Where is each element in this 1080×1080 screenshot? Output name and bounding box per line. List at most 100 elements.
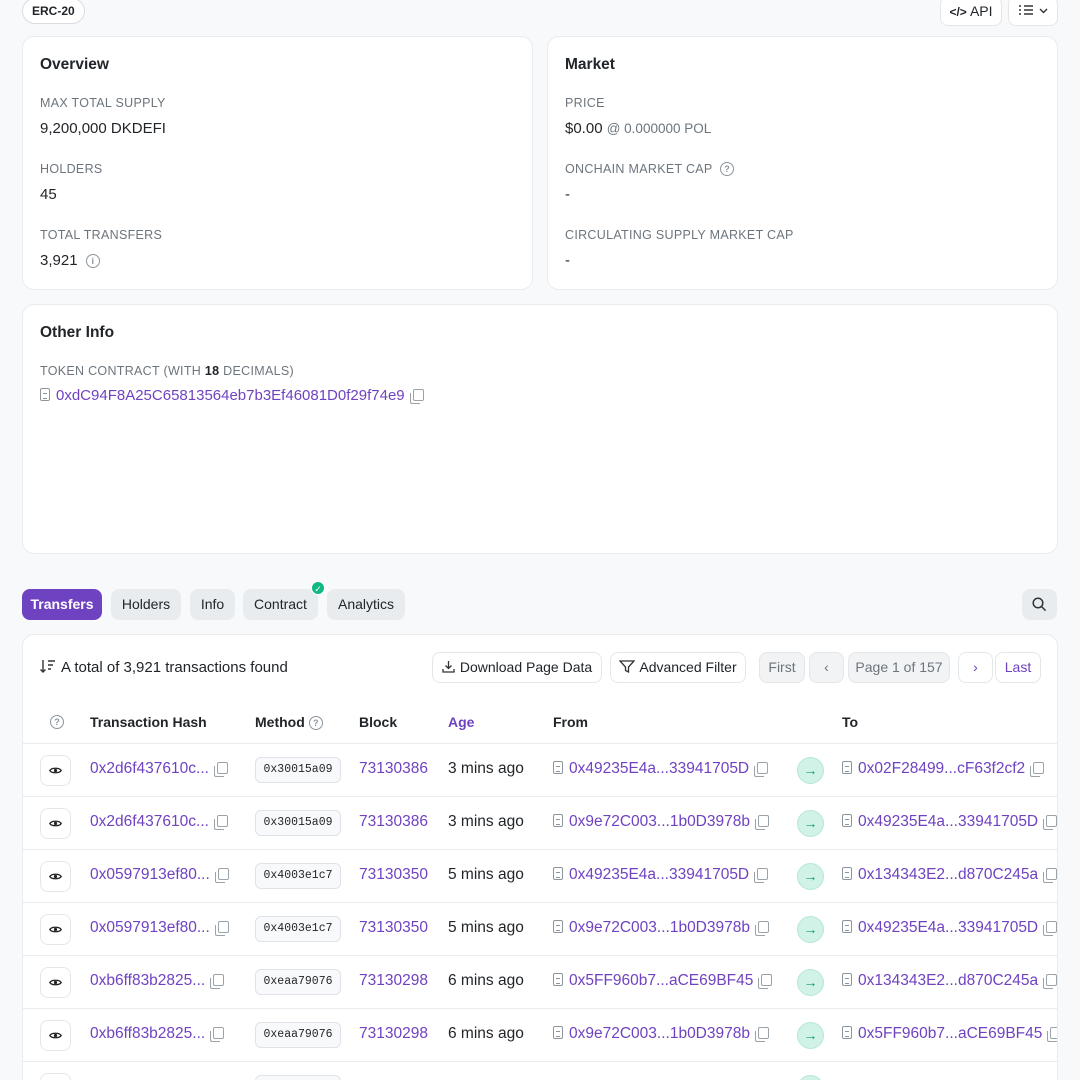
tx-hash-link[interactable]: 0xb6ff83b2825... [90,972,205,989]
price-native: @ 0.000000 POL [606,121,712,136]
to-cell: 0x02F28499...cF63f2cf2 [842,760,1045,778]
copy-icon[interactable] [210,1027,225,1042]
token-standard-badge: ERC-20 [22,0,85,24]
arrow-right-icon: → [797,969,824,996]
from-address-link[interactable]: 0x9e72C003...1b0D3978b [569,813,750,830]
chevron-down-icon [1039,8,1048,14]
copy-icon[interactable] [754,1027,769,1042]
copy-icon[interactable] [758,974,773,989]
question-icon[interactable]: ? [720,162,735,176]
copy-icon[interactable] [409,389,424,404]
table-row: 0x0597913ef80... 0x4003e1c7 73130350 5 mins… [23,903,1057,956]
copy-icon[interactable] [1043,974,1057,989]
copy-icon[interactable] [1047,1027,1057,1042]
tab-transfers[interactable]: Transfers [22,589,102,620]
view-details-button[interactable] [40,808,71,839]
total-transfers-value: 3,921 [40,252,78,269]
age-cell: 6 mins ago [448,972,524,989]
advanced-filter-button[interactable]: Advanced Filter [610,652,746,683]
to-address-link[interactable]: 0x49235E4a...33941705D [858,813,1038,830]
view-details-button[interactable] [40,861,71,892]
block-link[interactable]: 73130386 [359,760,428,778]
block-link[interactable]: 73130386 [359,813,428,831]
to-address-link[interactable]: 0x134343E2...d870C245a [858,972,1038,989]
contract-file-icon [553,1026,563,1039]
view-details-button[interactable] [40,914,71,945]
tab-contract[interactable]: Contract [243,589,318,620]
onchain-cap-value: - [565,186,570,203]
method-badge: 0xeaa79076 [255,1022,341,1048]
column-help-icon[interactable]: ? [50,715,64,729]
copy-icon[interactable] [210,974,225,989]
api-button[interactable]: </> API [940,0,1002,26]
copy-icon[interactable] [1043,868,1057,883]
arrow-right-icon: → [797,863,824,890]
tx-hash-link[interactable]: 0x0597913ef80... [90,919,210,936]
other-info-card: Other Info TOKEN CONTRACT (WITH 18 DECIM… [22,304,1058,554]
tx-hash-link[interactable]: 0x0597913ef80... [90,866,210,883]
age-cell: 3 mins ago [448,813,524,830]
block-link[interactable]: 73130298 [359,972,428,990]
contract-address-link[interactable]: 0xdC94F8A25C65813564eb7b3Ef46081D0f29f74… [56,387,405,404]
from-address-link[interactable]: 0x9e72C003...1b0D3978b [569,919,750,936]
to-address-link[interactable]: 0x134343E2...d870C245a [858,866,1038,883]
col-age-toggle[interactable]: Age [448,714,474,730]
prev-page-button[interactable]: ‹ [809,652,844,683]
method-help-icon[interactable]: ? [308,716,323,730]
info-icon[interactable]: i [85,254,100,268]
filter-icon [618,660,636,674]
onchain-cap-label-row: ONCHAIN MARKET CAP ? [565,162,735,176]
copy-icon[interactable] [214,921,229,936]
tx-hash-link[interactable]: 0x2d6f437610c... [90,760,209,777]
view-details-button[interactable] [40,755,71,786]
next-page-button[interactable]: › [958,652,993,683]
block-link[interactable]: 73130350 [359,919,428,937]
copy-icon[interactable] [214,868,229,883]
copy-icon[interactable] [754,921,769,936]
to-address-link[interactable]: 0x02F28499...cF63f2cf2 [858,760,1025,777]
contract-file-icon [842,814,852,827]
view-details-button[interactable] [40,1073,71,1080]
last-page-button[interactable]: Last [995,652,1041,683]
tx-hash-cell: 0x2d6f437610c... [90,760,228,778]
age-cell: 5 mins ago [448,919,524,936]
to-address-link[interactable]: 0x5FF960b7...aCE69BF45 [858,1025,1042,1042]
copy-icon[interactable] [754,762,769,777]
block-link[interactable]: 73130350 [359,866,428,884]
top-bar: ERC-20 </> API [22,0,1058,26]
from-address-link[interactable]: 0x9e72C003...1b0D3978b [569,1025,750,1042]
arrow-right-icon: → [797,916,824,943]
copy-icon[interactable] [1030,762,1045,777]
search-button[interactable] [1022,589,1057,620]
copy-icon[interactable] [1043,815,1057,830]
to-cell: 0x134343E2...d870C245a [842,866,1057,884]
to-address-link[interactable]: 0x49235E4a...33941705D [858,919,1038,936]
age-cell: 5 mins ago [448,866,524,883]
view-details-button[interactable] [40,967,71,998]
table-row: 0x2d6f437610c... 0x30015a09 73130386 3 mins… [23,744,1057,797]
copy-icon[interactable] [213,762,228,777]
copy-icon[interactable] [1043,921,1057,936]
from-address-link[interactable]: 0x5FF960b7...aCE69BF45 [569,972,753,989]
tab-holders[interactable]: Holders [111,589,181,620]
col-block: Block [359,714,398,730]
contract-row: 0xdC94F8A25C65813564eb7b3Ef46081D0f29f74… [40,387,424,404]
tab-info[interactable]: Info [190,589,235,620]
other-info-title: Other Info [40,324,115,341]
copy-icon[interactable] [213,815,228,830]
from-cell: 0x5FF960b7...aCE69BF45 [553,972,773,990]
table-row: 0x0597913ef80... 0x4003e1c7 73130350 5 mins… [23,850,1057,903]
tab-analytics[interactable]: Analytics [327,589,405,620]
col-to: To [842,714,859,730]
from-address-link[interactable]: 0x49235E4a...33941705D [569,760,749,777]
tx-hash-link[interactable]: 0x2d6f437610c... [90,813,209,830]
copy-icon[interactable] [754,815,769,830]
view-details-button[interactable] [40,1020,71,1051]
download-page-data-button[interactable]: Download Page Data [432,652,602,683]
from-address-link[interactable]: 0x49235E4a...33941705D [569,866,749,883]
copy-icon[interactable] [754,868,769,883]
block-link[interactable]: 73130298 [359,1025,428,1043]
first-page-button[interactable]: First [759,652,805,683]
tx-hash-link[interactable]: 0xb6ff83b2825... [90,1025,205,1042]
list-menu-button[interactable] [1008,0,1058,26]
